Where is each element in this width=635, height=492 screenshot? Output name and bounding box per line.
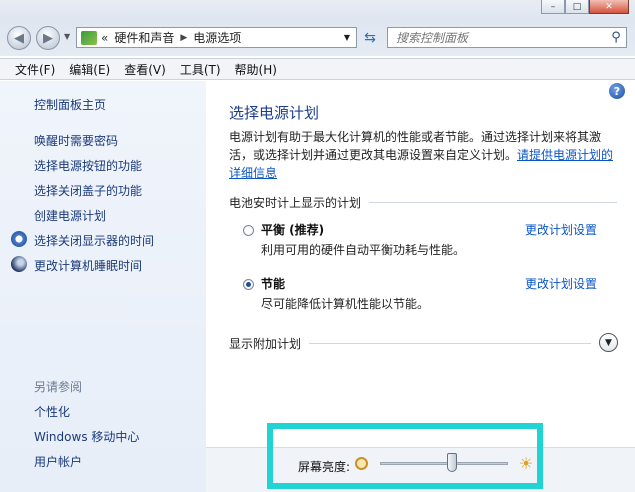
change-plan-settings-link[interactable]: 更改计划设置: [525, 221, 597, 238]
page-description: 电源计划有助于最大化计算机的性能或者节能。通过选择计划来将其激 活，或选择计划并…: [229, 128, 619, 182]
control-panel-icon: [81, 30, 97, 45]
sidebar-link-mobility-center[interactable]: Windows 移动中心: [34, 428, 139, 445]
section-heading: 电池安时计上显示的计划: [229, 196, 362, 210]
breadcrumb-separator-icon[interactable]: ▶: [180, 33, 187, 43]
section-divider: [369, 202, 617, 203]
display-clock-icon: [11, 231, 27, 247]
breadcrumb-overflow[interactable]: «: [101, 31, 108, 45]
plan-radio-balanced[interactable]: [243, 225, 254, 236]
close-button[interactable]: ✕: [589, 0, 629, 14]
section-divider: [309, 343, 591, 344]
sidebar-link-create-plan[interactable]: 创建电源计划: [34, 207, 106, 224]
plan-radio-power-saver[interactable]: [243, 279, 254, 290]
plan-details-link[interactable]: 请提供电源计划的: [517, 148, 613, 162]
plan-desc-balanced: 利用可用的硬件自动平衡功耗与性能。: [261, 243, 466, 257]
minimize-button[interactable]: –: [541, 0, 565, 14]
sidebar-link-personalization[interactable]: 个性化: [34, 403, 70, 420]
page-title: 选择电源计划: [229, 104, 320, 122]
menu-bar: 文件(F) 编辑(E) 查看(V) 工具(T) 帮助(H): [0, 58, 635, 80]
back-button[interactable]: ◀: [7, 26, 31, 50]
breadcrumb-power-options[interactable]: 电源选项: [193, 29, 241, 46]
plan-name-power-saver[interactable]: 节能: [261, 275, 285, 292]
description-line: 电源计划有助于最大化计算机的性能或者节能。通过选择计划来将其激: [229, 130, 602, 144]
sidebar-link-lid-close[interactable]: 选择关闭盖子的功能: [34, 182, 142, 199]
arrow-right-icon: ▶: [43, 30, 53, 46]
address-bar[interactable]: « 硬件和声音 ▶ 电源选项: [76, 27, 356, 48]
highlight-box: [267, 423, 543, 489]
history-dropdown-icon[interactable]: ▼: [64, 32, 70, 41]
menu-tools[interactable]: 工具(T): [173, 61, 228, 78]
battery-plans-section: 电池安时计上显示的计划: [229, 194, 617, 211]
menu-file[interactable]: 文件(F): [0, 61, 62, 78]
change-plan-settings-link[interactable]: 更改计划设置: [525, 275, 597, 292]
see-also-heading: 另请参阅: [34, 380, 83, 394]
description-line: 活，或选择计划并通过更改其电源设置来自定义计划。: [229, 148, 518, 162]
sidebar: 控制面板主页 唤醒时需要密码 选择电源按钮的功能 选择关闭盖子的功能 创建电源计…: [0, 81, 206, 492]
sidebar-link-sleep-time[interactable]: 更改计算机睡眠时间: [34, 257, 142, 274]
arrow-left-icon: ◀: [14, 30, 24, 46]
menu-view[interactable]: 查看(V): [117, 61, 173, 78]
sidebar-link-control-panel-home[interactable]: 控制面板主页: [34, 96, 106, 113]
maximize-button[interactable]: □: [565, 0, 589, 14]
sidebar-link-power-button[interactable]: 选择电源按钮的功能: [34, 157, 142, 174]
window-controls: – □ ✕: [541, 0, 629, 14]
menu-edit[interactable]: 编辑(E): [62, 61, 117, 78]
sidebar-link-user-accounts[interactable]: 用户帐户: [34, 453, 82, 470]
sidebar-link-display-off[interactable]: 选择关闭显示器的时间: [34, 232, 154, 249]
plan-desc-power-saver: 尽可能降低计算机性能以节能。: [261, 297, 430, 311]
breadcrumb-hardware-sound[interactable]: 硬件和声音: [114, 29, 174, 46]
refresh-icon[interactable]: ⇆: [359, 27, 381, 48]
search-icon[interactable]: ⚲: [606, 30, 626, 45]
plan-details-link-continued[interactable]: 详细信息: [229, 166, 277, 180]
sleep-moon-icon: [11, 256, 27, 272]
address-dropdown-icon[interactable]: ▼: [338, 27, 357, 48]
additional-plans-section[interactable]: 显示附加计划: [229, 335, 591, 352]
sidebar-link-wake-password[interactable]: 唤醒时需要密码: [34, 132, 118, 149]
plan-name-balanced[interactable]: 平衡 (推荐): [261, 221, 324, 238]
expand-chevron-down-icon[interactable]: ▼: [599, 333, 618, 352]
search-box[interactable]: ⚲: [387, 27, 627, 48]
search-input[interactable]: [388, 29, 606, 46]
menu-help[interactable]: 帮助(H): [228, 61, 284, 78]
help-icon[interactable]: ?: [609, 83, 625, 99]
section-heading[interactable]: 显示附加计划: [229, 335, 301, 352]
forward-button[interactable]: ▶: [36, 26, 60, 50]
